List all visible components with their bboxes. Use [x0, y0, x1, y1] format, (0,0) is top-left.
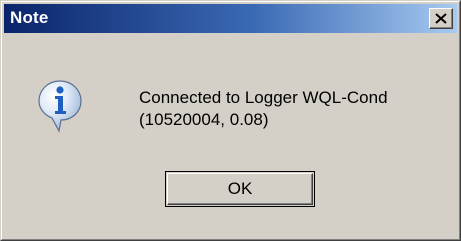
dialog-title: Note [10, 8, 49, 27]
information-icon [38, 80, 82, 133]
close-button[interactable] [429, 8, 453, 29]
note-dialog: Note Connected to Logger WQL-Cond (10520… [0, 0, 461, 241]
message-line-1: Connected to Logger WQL-Cond [139, 88, 388, 107]
title-bar[interactable]: Note [4, 4, 457, 33]
ok-button[interactable]: OK [165, 171, 315, 207]
close-icon [435, 13, 447, 24]
message-line-2: (10520004, 0.08) [139, 110, 269, 129]
ok-button-label: OK [227, 179, 253, 198]
message-text: Connected to Logger WQL-Cond (10520004, … [139, 87, 459, 131]
